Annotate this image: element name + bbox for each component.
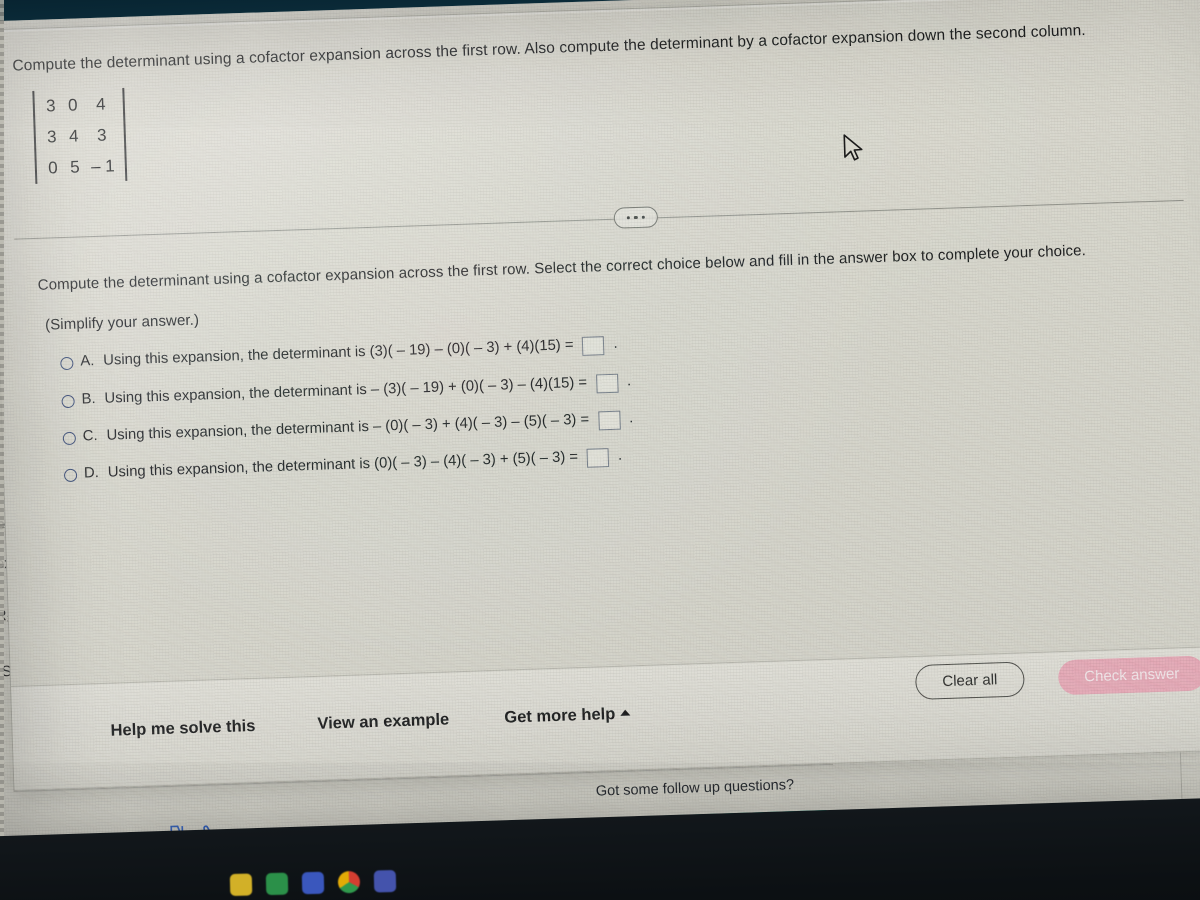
view-an-example-link[interactable]: View an example	[317, 711, 449, 734]
followup-question-text: Got some follow up questions?	[595, 777, 795, 800]
choice-letter-c: C.	[82, 428, 98, 445]
matrix-row: 0 5 – 1	[41, 150, 120, 184]
matrix-row: 3 0 4	[39, 88, 118, 122]
screen-left-edge	[0, 0, 4, 900]
choice-d[interactable]: D. Using this expansion, the determinant…	[63, 447, 623, 486]
matrix-left-bar	[32, 90, 38, 184]
taskbar-icon-yellow[interactable]	[229, 873, 253, 897]
choice-period-b: .	[626, 373, 632, 390]
choice-period-c: .	[628, 410, 634, 427]
clear-all-button[interactable]: Clear all	[914, 661, 1025, 701]
matrix-row: 3 4 3	[40, 119, 119, 153]
mouse-cursor-icon	[840, 132, 867, 170]
ellipsis-dot-icon	[634, 215, 638, 220]
choice-text-c: Using this expansion, the determinant is…	[106, 411, 590, 444]
divider-line	[14, 199, 1184, 240]
taskbar	[229, 869, 397, 897]
question-modal: Compute the determinant using a cofactor…	[0, 0, 1200, 791]
answer-box-a[interactable]	[582, 336, 605, 356]
get-more-help-label: Get more help	[504, 704, 616, 727]
choice-period-a: .	[613, 335, 618, 352]
choice-text-d: Using this expansion, the determinant is…	[107, 449, 579, 481]
ellipsis-dot-icon	[626, 216, 631, 220]
determinant-matrix: 3 0 4 3 4 3 0 5 – 1	[27, 87, 132, 184]
part-instruction: Compute the determinant using a cofactor…	[37, 242, 1087, 294]
taskbar-icon-green[interactable]	[265, 872, 289, 896]
choice-letter-d: D.	[83, 464, 100, 482]
check-answer-button[interactable]: Check answer	[1057, 655, 1200, 696]
photo-stage: ne ns a ep 2 ext, refl R₂ = So, the m 0 …	[0, 0, 1200, 900]
ellipsis-dot-icon	[641, 215, 645, 220]
simplify-hint: (Simplify your answer.)	[44, 311, 200, 334]
radio-icon-a[interactable]	[60, 356, 74, 371]
choice-b[interactable]: B. Using this expansion, the determinant…	[61, 373, 631, 411]
choice-c[interactable]: C. Using this expansion, the determinant…	[62, 410, 634, 448]
expand-ellipsis-button[interactable]	[613, 206, 659, 229]
choice-text-b: Using this expansion, the determinant is…	[104, 374, 588, 407]
choice-letter-a: A.	[80, 353, 95, 370]
matrix-right-bar	[122, 87, 128, 181]
matrix-cell: 5	[69, 156, 80, 177]
matrix-cell: – 1	[90, 155, 115, 176]
section-divider	[14, 187, 1184, 252]
taskbar-icon-blue[interactable]	[301, 871, 325, 895]
radio-icon-b[interactable]	[61, 394, 75, 409]
matrix-cell: 0	[47, 157, 58, 177]
choice-period-d: .	[617, 447, 623, 464]
get-more-help-link[interactable]: Get more help	[504, 704, 631, 727]
matrix-cell: 4	[68, 125, 79, 146]
choice-text-a: Using this expansion, the determinant is…	[103, 337, 574, 369]
laptop-screen: ne ns a ep 2 ext, refl R₂ = So, the m 0 …	[0, 0, 1200, 872]
answer-box-d[interactable]	[586, 448, 610, 468]
question-prompt: Compute the determinant using a cofactor…	[12, 22, 1086, 75]
matrix-cell: 4	[95, 94, 106, 114]
radio-icon-d[interactable]	[63, 468, 78, 483]
matrix-cell: 3	[45, 95, 56, 116]
choice-a[interactable]: A. Using this expansion, the determinant…	[60, 336, 618, 373]
taskbar-icon-teams[interactable]	[373, 869, 397, 893]
matrix-cell: 3	[46, 126, 57, 147]
matrix-cell: 0	[67, 94, 78, 115]
caret-up-icon	[620, 709, 631, 716]
radio-icon-c[interactable]	[62, 431, 77, 446]
matrix-rows: 3 0 4 3 4 3 0 5 – 1	[39, 88, 120, 184]
choice-letter-b: B.	[81, 391, 96, 408]
answer-box-b[interactable]	[595, 373, 619, 394]
taskbar-icon-chrome[interactable]	[337, 870, 361, 894]
matrix-cell: 3	[96, 125, 107, 145]
help-me-solve-this-link[interactable]: Help me solve this	[110, 717, 255, 741]
answer-box-c[interactable]	[597, 410, 621, 431]
